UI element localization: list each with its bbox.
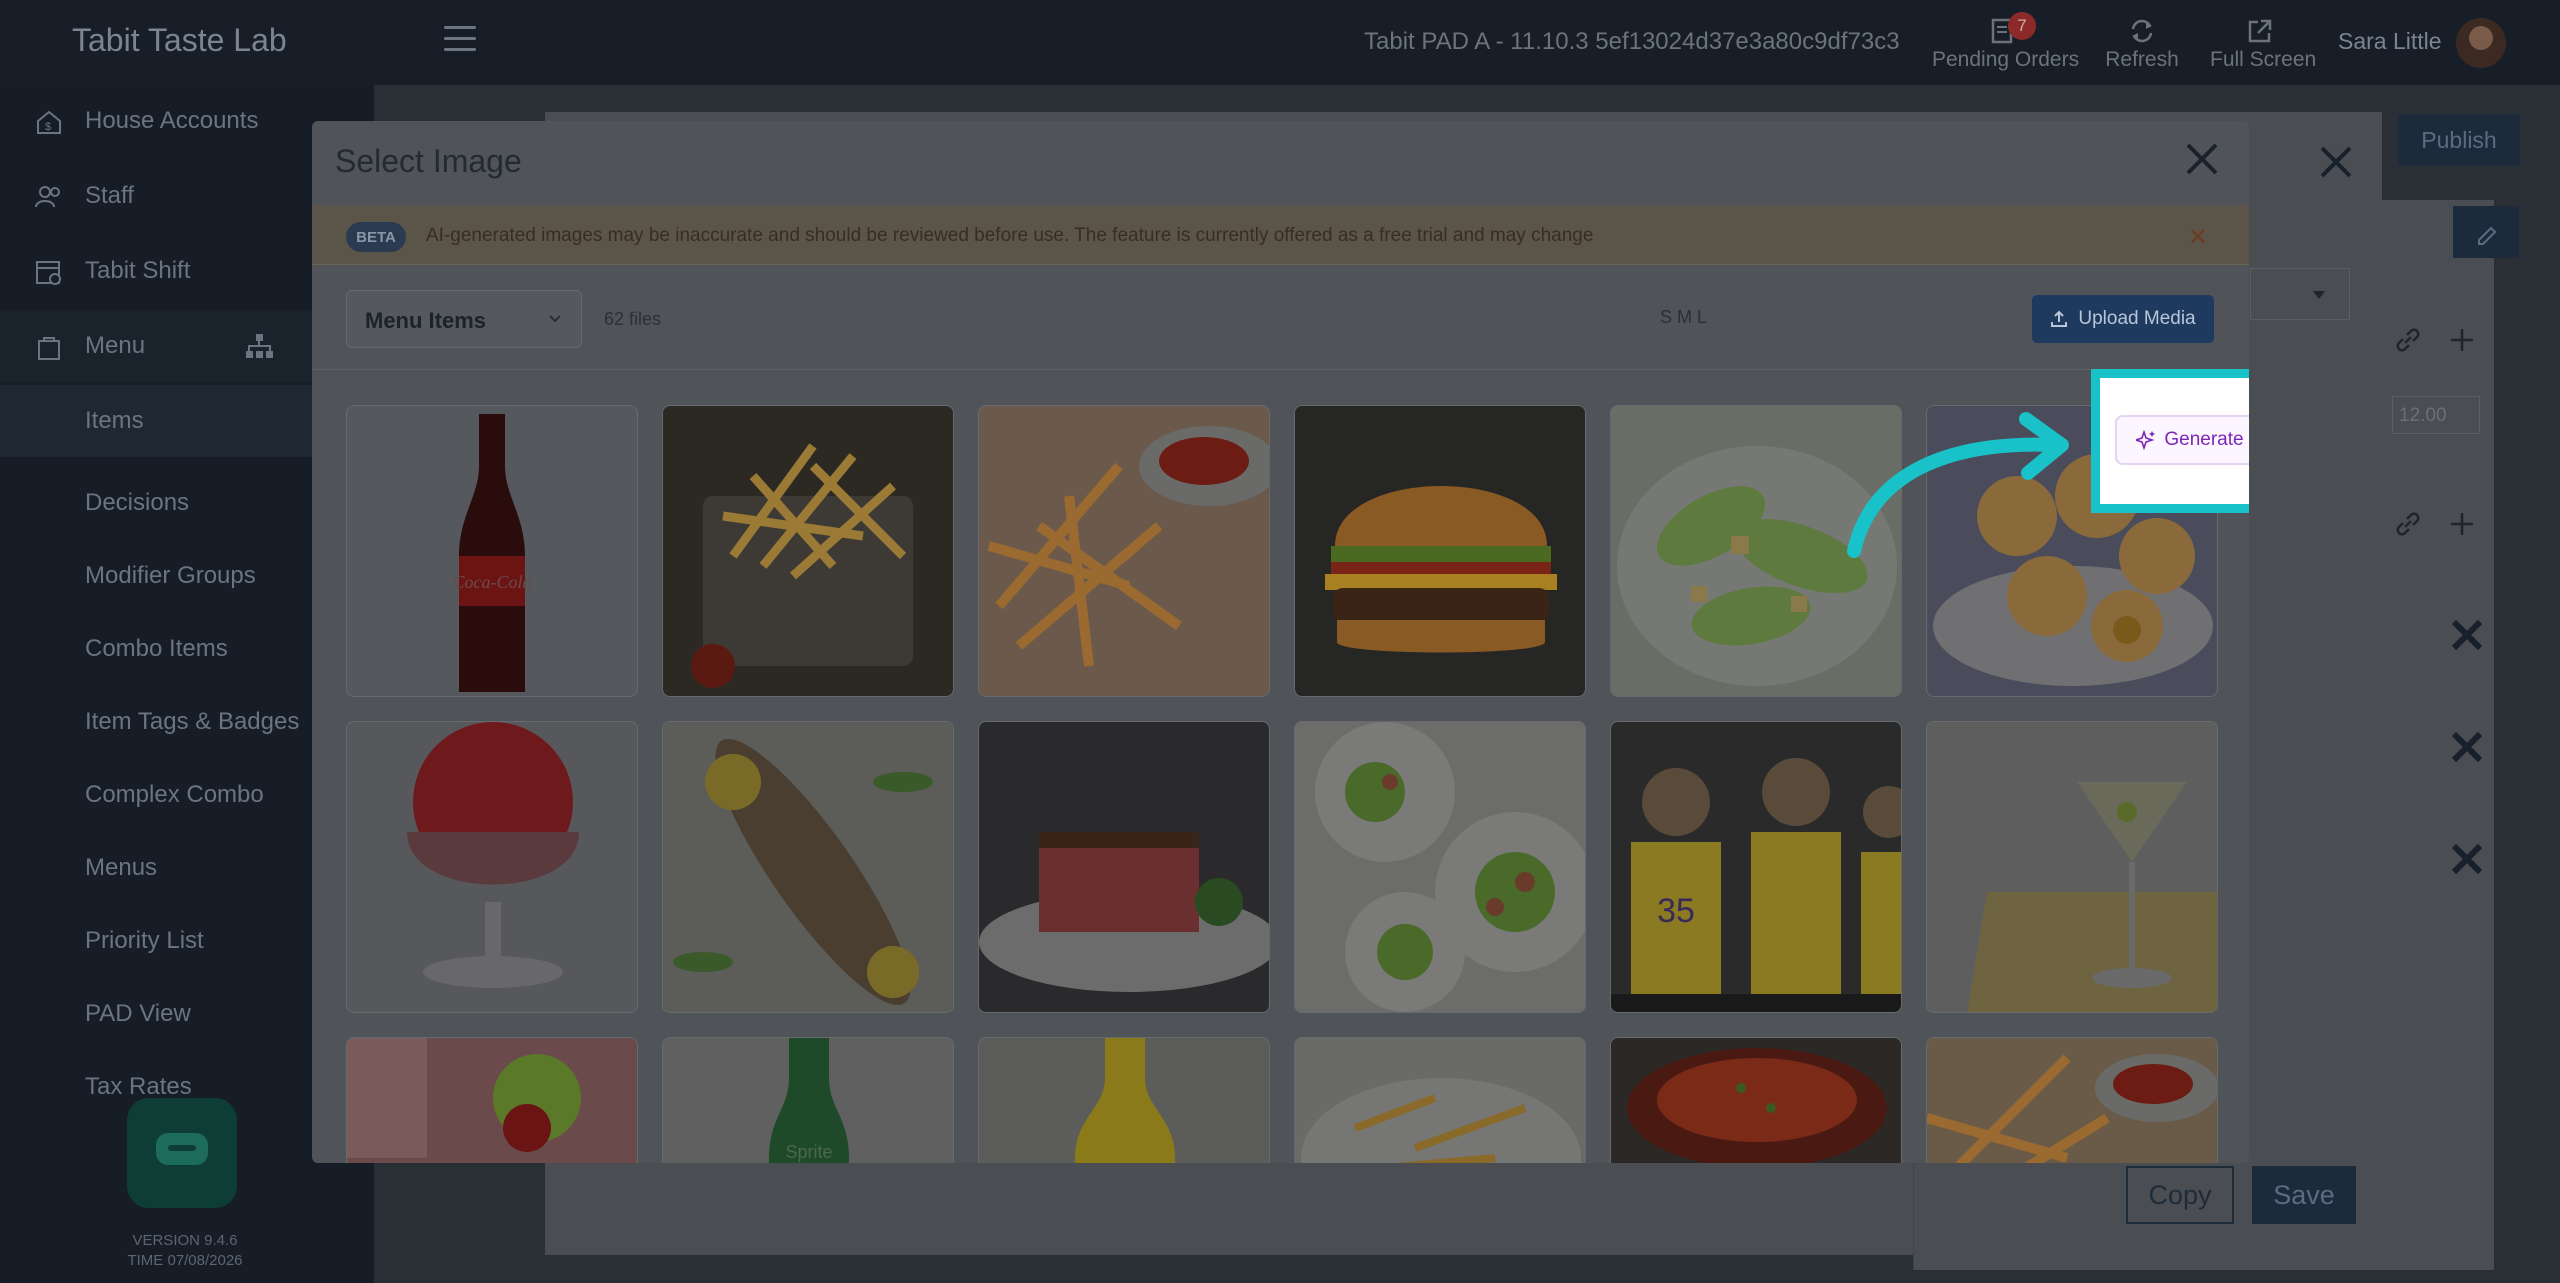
image-tile-sprite-bottle[interactable]: Sprite xyxy=(662,1037,954,1163)
image-tile-orange-soda[interactable] xyxy=(978,1037,1270,1163)
chevron-down-icon xyxy=(547,311,563,327)
copy-button[interactable]: Copy xyxy=(2126,1166,2234,1224)
beta-close-icon[interactable]: ✕ xyxy=(2188,223,2208,252)
link-icon[interactable] xyxy=(2394,326,2422,359)
generate-image-button[interactable]: Generate Image xyxy=(2115,415,2249,465)
sidebar-item-label: Staff xyxy=(85,182,134,209)
receipt-icon xyxy=(1932,14,2074,48)
remove-icon[interactable] xyxy=(2450,730,2484,764)
sidebar-item-label: Menu xyxy=(85,332,146,359)
svg-text:Coca-Cola: Coca-Cola xyxy=(453,572,532,592)
version-label: VERSION 9.4.6 xyxy=(132,1232,238,1249)
background-select[interactable] xyxy=(2250,268,2350,320)
sidebar-item-combo-items[interactable]: Combo Items xyxy=(85,635,228,663)
save-button[interactable]: Save xyxy=(2252,1166,2356,1224)
upload-media-label: Upload Media xyxy=(2078,308,2196,329)
folder-select[interactable]: Menu Items xyxy=(346,290,582,348)
image-tile-steak[interactable] xyxy=(978,721,1270,1013)
full-screen-label: Full Screen xyxy=(2210,48,2317,71)
beta-badge: BETA xyxy=(346,222,406,252)
svg-text:Sprite: Sprite xyxy=(785,1142,832,1162)
version-time: TIME 07/08/2026 xyxy=(127,1252,243,1269)
brand-name: Tabit Taste Lab xyxy=(72,22,287,58)
calendar-icon xyxy=(34,257,64,287)
top-bar: Tabit Taste Lab Tabit PAD A - 11.10.3 5e… xyxy=(0,0,2560,85)
external-window-icon xyxy=(2210,14,2310,48)
sparkle-icon xyxy=(2136,430,2156,450)
link-icon[interactable] xyxy=(2394,510,2422,543)
remove-icon[interactable] xyxy=(2450,618,2484,652)
sidebar-item-complex-combo[interactable]: Complex Combo xyxy=(85,781,264,809)
hierarchy-icon[interactable] xyxy=(244,332,274,367)
close-editor-icon[interactable] xyxy=(2316,142,2356,182)
chat-support-button[interactable] xyxy=(127,1098,237,1208)
menu-bag-icon xyxy=(34,332,64,362)
pointer-arrow-icon xyxy=(1847,412,2069,558)
image-tile-salad-plates[interactable] xyxy=(1294,721,1586,1013)
sidebar-item-priority-list[interactable]: Priority List xyxy=(85,927,204,955)
sidebar-item-decisions[interactable]: Decisions xyxy=(85,489,189,517)
sidebar-item-pad-view[interactable]: PAD View xyxy=(85,1000,191,1028)
svg-text:$: $ xyxy=(45,121,51,133)
remove-icon[interactable] xyxy=(2450,842,2484,876)
svg-text:35: 35 xyxy=(1657,892,1695,930)
image-tile-pasta[interactable] xyxy=(1294,1037,1586,1163)
add-icon[interactable] xyxy=(2448,510,2476,543)
refresh-label: Refresh xyxy=(2105,48,2179,71)
image-tile-fries-in-basket[interactable] xyxy=(662,405,954,697)
sidebar-item-label: Items xyxy=(85,407,144,434)
pending-orders-button[interactable]: 7 Pending Orders xyxy=(1932,12,2080,72)
sidebar-item-label: House Accounts xyxy=(85,107,259,134)
sidebar-item-item-tags-badges[interactable]: Item Tags & Badges xyxy=(85,708,299,736)
refresh-button[interactable]: Refresh xyxy=(2102,14,2182,72)
upload-media-button[interactable]: Upload Media xyxy=(2032,295,2214,343)
image-tile-tomato-soup[interactable] xyxy=(1610,1037,1902,1163)
user-name[interactable]: Sara Little xyxy=(2338,28,2442,55)
sidebar-item-tax-rates[interactable]: Tax Rates xyxy=(85,1073,192,1101)
file-count: 62 files xyxy=(604,309,662,329)
publish-button[interactable]: Publish xyxy=(2398,114,2520,166)
chat-bubble-icon xyxy=(156,1133,208,1165)
user-avatar[interactable] xyxy=(2456,18,2506,68)
device-info: Tabit PAD A - 11.10.3 5ef13024d37e3a80c9… xyxy=(1364,28,1900,55)
beta-banner: BETA AI-generated images may be inaccura… xyxy=(312,205,2249,265)
house-accounts-icon: $ xyxy=(34,107,64,137)
generate-image-label: Generate Image xyxy=(2164,429,2249,450)
refresh-icon xyxy=(2102,14,2182,48)
image-tile-fries-with-ketchup[interactable] xyxy=(978,405,1270,697)
sidebar-item-label: Tabit Shift xyxy=(85,257,191,284)
image-tile-cocktail-with-lime[interactable] xyxy=(346,1037,638,1163)
image-tile-coca-cola-bottle[interactable]: Coca-Cola xyxy=(346,405,638,697)
price-field[interactable]: 12.00 xyxy=(2392,396,2480,434)
version-info: VERSION 9.4.6 TIME 07/08/2026 xyxy=(110,1231,260,1271)
image-tile-martini[interactable] xyxy=(1926,721,2218,1013)
pending-orders-label: Pending Orders xyxy=(1932,48,2080,71)
full-screen-button[interactable]: Full Screen xyxy=(2210,14,2317,72)
beta-text: AI-generated images may be inaccurate an… xyxy=(426,225,1594,246)
size-toggle[interactable]: S M L xyxy=(1660,307,1707,328)
hamburger-menu-icon[interactable] xyxy=(444,26,476,52)
add-icon[interactable] xyxy=(2448,326,2476,359)
image-tile-fries-with-ketchup-2[interactable] xyxy=(1926,1037,2218,1163)
image-tile-cheeseburger[interactable] xyxy=(1294,405,1586,697)
upload-icon xyxy=(2051,310,2068,327)
modal-title: Select Image xyxy=(335,143,522,179)
select-image-modal: Select Image BETA AI-generated images ma… xyxy=(312,121,2249,1163)
image-tile-grilled-fish[interactable] xyxy=(662,721,954,1013)
modal-close-icon[interactable] xyxy=(2182,139,2222,179)
image-tile-red-slushie[interactable] xyxy=(346,721,638,1013)
divider xyxy=(312,369,2249,370)
image-tile-basketball-players[interactable]: 35 xyxy=(1610,721,1902,1013)
pencil-icon xyxy=(2478,226,2497,245)
folder-select-value: Menu Items xyxy=(365,308,487,333)
staff-icon xyxy=(34,182,64,212)
sidebar-item-menus[interactable]: Menus xyxy=(85,854,157,882)
pending-orders-badge: 7 xyxy=(2008,12,2036,40)
edit-button[interactable] xyxy=(2453,206,2519,258)
sidebar-item-modifier-groups[interactable]: Modifier Groups xyxy=(85,562,256,590)
caret-down-icon xyxy=(2313,291,2325,299)
